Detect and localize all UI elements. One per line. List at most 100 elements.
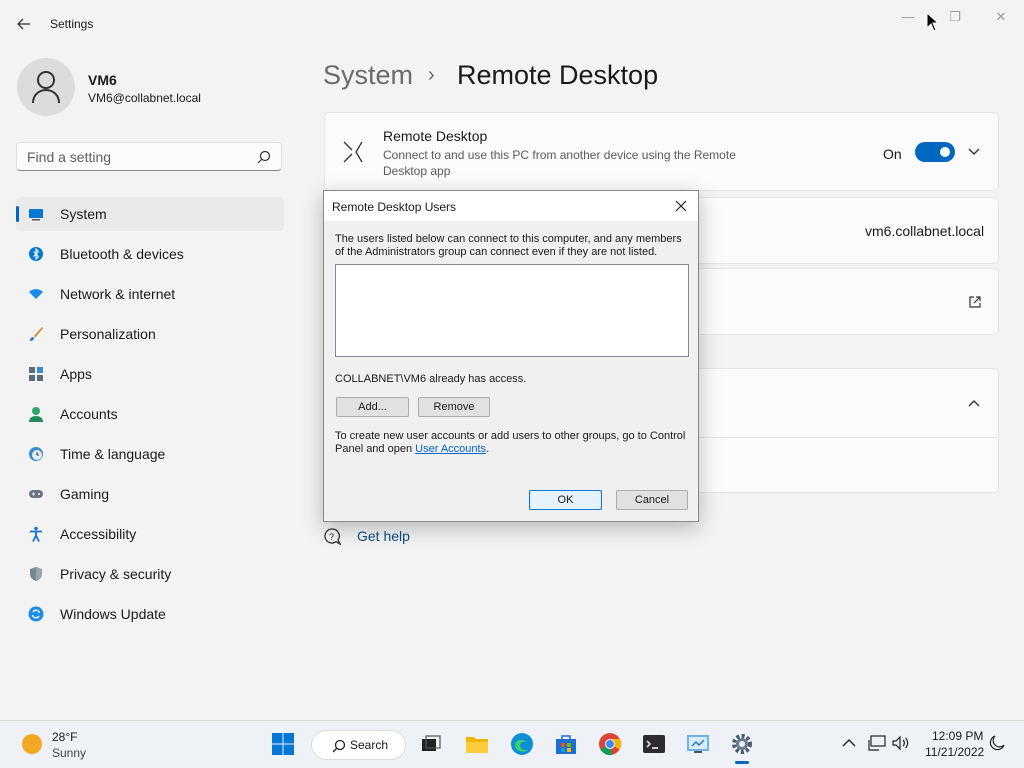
search-icon	[257, 150, 271, 164]
sidebar-item-label: Accounts	[60, 406, 118, 422]
sidebar-item-system[interactable]: System	[16, 197, 284, 231]
mouse-cursor-icon	[926, 12, 940, 32]
taskbar-search-button[interactable]: Search	[311, 730, 406, 760]
breadcrumb-separator: ›	[428, 64, 435, 86]
settings-gear-icon[interactable]	[730, 732, 754, 756]
tray-overflow-icon[interactable]	[842, 738, 856, 748]
brush-icon	[30, 327, 43, 341]
accounts-icon	[29, 407, 43, 422]
sidebar-item-windows-update[interactable]: Windows Update	[16, 597, 284, 631]
taskbar-search-label: Search	[350, 738, 389, 752]
add-button[interactable]: Add...	[336, 397, 409, 417]
sidebar-item-label: Time & language	[60, 446, 166, 462]
sidebar-item-personalization[interactable]: Personalization	[16, 317, 284, 351]
remote-desktop-title: Remote Desktop	[383, 128, 488, 144]
control-panel-icon[interactable]	[686, 732, 710, 756]
user-email: VM6@collabnet.local	[88, 91, 201, 105]
cancel-button[interactable]: Cancel	[616, 490, 688, 510]
sidebar-item-gaming[interactable]: Gaming	[16, 477, 284, 511]
toggle-state-label: On	[883, 146, 902, 162]
maximize-button[interactable]: ❐	[940, 6, 970, 30]
dialog-intro-text: The users listed below can connect to th…	[335, 233, 682, 258]
sidebar-item-label: Network & internet	[60, 286, 176, 302]
access-status-text: COLLABNET\VM6 already has access.	[335, 373, 527, 385]
sidebar-item-accessibility[interactable]: Accessibility	[16, 517, 284, 551]
search-box[interactable]: Find a setting	[16, 142, 282, 171]
user-icon	[32, 71, 60, 104]
sun-icon[interactable]	[22, 734, 42, 754]
svg-text:?: ?	[329, 532, 334, 542]
remote-desktop-icon	[343, 141, 363, 163]
sidebar-item-label: Apps	[60, 366, 92, 382]
weather-temperature[interactable]: 28°F	[52, 730, 77, 744]
remote-desktop-description: Connect to and use this PC from another …	[383, 148, 736, 178]
remote-desktop-users-dialog: Remote Desktop Users The users listed be…	[323, 190, 699, 522]
pc-name-value: vm6.collabnet.local	[865, 223, 985, 239]
sidebar-item-label: System	[60, 206, 107, 222]
remove-button[interactable]: Remove	[418, 397, 490, 417]
clock-time[interactable]: 12:09 PM	[932, 729, 983, 743]
close-button[interactable]: ✕	[986, 6, 1016, 30]
dialog-title: Remote Desktop Users	[332, 200, 457, 214]
active-app-indicator	[735, 761, 749, 764]
avatar[interactable]	[17, 58, 75, 116]
chevron-down-icon[interactable]	[968, 147, 980, 157]
footer-suffix: .	[486, 443, 490, 455]
get-help-link[interactable]: Get help	[357, 528, 410, 544]
footer-prefix: To create new user accounts or add users…	[335, 430, 686, 455]
user-name: VM6	[88, 72, 117, 88]
sidebar-item-label: Accessibility	[60, 526, 137, 542]
sidebar-item-label: Personalization	[60, 326, 156, 342]
open-external-icon[interactable]	[968, 295, 982, 309]
toggle-knob	[940, 147, 950, 157]
update-icon	[28, 606, 44, 622]
back-arrow-icon	[17, 18, 30, 30]
users-listbox[interactable]	[335, 264, 689, 357]
breadcrumb-parent[interactable]: System	[323, 60, 413, 91]
gamepad-icon	[29, 490, 43, 498]
network-tray-icon[interactable]	[868, 735, 886, 751]
sidebar-item-bluetooth[interactable]: Bluetooth & devices	[16, 237, 284, 271]
user-accounts-link[interactable]: User Accounts	[415, 443, 486, 455]
sidebar-item-apps[interactable]: Apps	[16, 357, 284, 391]
chevron-up-icon[interactable]	[968, 398, 980, 408]
sidebar-item-accounts[interactable]: Accounts	[16, 397, 284, 431]
ok-button[interactable]: OK	[529, 490, 602, 510]
search-icon	[332, 739, 346, 753]
clock-icon	[29, 447, 43, 461]
active-indicator	[16, 206, 19, 222]
clock-date[interactable]: 11/21/2022	[925, 745, 984, 759]
edge-icon[interactable]	[510, 732, 534, 756]
dialog-close-button[interactable]	[670, 195, 692, 217]
sidebar-item-time-language[interactable]: Time & language	[16, 437, 284, 471]
minimize-button[interactable]: —	[893, 6, 923, 30]
sidebar-item-label: Bluetooth & devices	[60, 246, 184, 262]
sidebar-item-network[interactable]: Network & internet	[16, 277, 284, 311]
dialog-footer-text: To create new user accounts or add users…	[335, 430, 691, 456]
bluetooth-icon	[29, 247, 43, 261]
back-button[interactable]	[12, 12, 36, 36]
weather-description[interactable]: Sunny	[52, 746, 86, 760]
chrome-icon[interactable]	[598, 732, 622, 756]
start-icon[interactable]	[271, 732, 295, 756]
terminal-icon[interactable]	[642, 732, 666, 756]
volume-icon[interactable]	[892, 735, 910, 751]
task-view-icon[interactable]	[419, 732, 443, 756]
search-input[interactable]: Find a setting	[27, 149, 111, 165]
remote-desktop-toggle[interactable]	[915, 142, 955, 162]
store-icon[interactable]	[554, 732, 578, 756]
close-icon	[675, 200, 687, 212]
title-bar	[0, 0, 1024, 48]
system-icon	[29, 209, 43, 221]
page-title: Remote Desktop	[457, 60, 659, 90]
sidebar-item-privacy[interactable]: Privacy & security	[16, 557, 284, 591]
shield-icon	[30, 567, 42, 581]
dialog-title-bar: Remote Desktop Users	[324, 191, 698, 221]
apps-icon	[29, 367, 43, 381]
network-icon	[29, 289, 43, 299]
sidebar-item-label: Windows Update	[60, 606, 166, 622]
notifications-icon[interactable]	[989, 735, 1005, 751]
file-explorer-icon[interactable]	[465, 732, 489, 756]
sidebar-item-label: Privacy & security	[60, 566, 172, 582]
help-icon: ?	[324, 528, 341, 546]
